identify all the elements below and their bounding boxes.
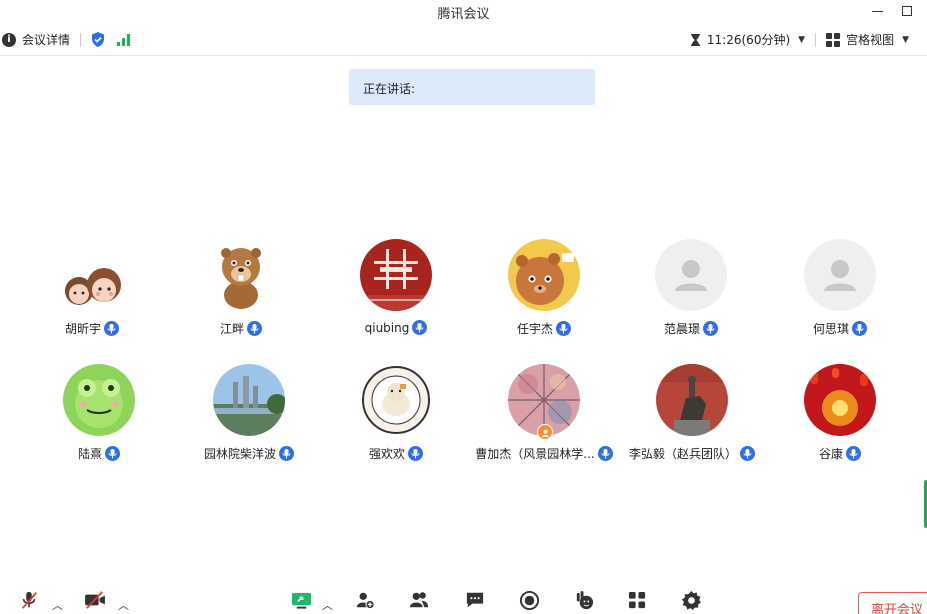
microphone-icon bbox=[408, 446, 423, 461]
microphone-icon bbox=[703, 321, 718, 336]
record-icon bbox=[519, 590, 539, 610]
participant-name: 范晨璟 bbox=[663, 322, 700, 336]
microphone-icon bbox=[279, 446, 294, 461]
chevron-down-icon[interactable]: ▼ bbox=[902, 35, 909, 45]
chevron-up-icon[interactable]: ︿ bbox=[52, 597, 63, 613]
share-screen-icon bbox=[291, 592, 311, 609]
avatar bbox=[63, 364, 135, 436]
minimize-button[interactable] bbox=[866, 2, 888, 20]
participants-icon bbox=[409, 592, 429, 608]
maximize-button[interactable] bbox=[896, 2, 918, 20]
gear-icon bbox=[681, 590, 701, 610]
window-title: 腾讯会议 bbox=[437, 7, 490, 22]
participant-name-row: 何思琪 bbox=[766, 320, 914, 337]
shield-icon[interactable] bbox=[91, 32, 105, 47]
avatar bbox=[360, 239, 432, 311]
leave-meeting-button[interactable]: 离开会议 bbox=[858, 592, 927, 614]
signal-icon[interactable] bbox=[117, 33, 131, 46]
chat-icon bbox=[466, 592, 484, 608]
participant-name-row: 曹加杰（风景园林学... bbox=[470, 445, 618, 462]
toolbar-divider bbox=[80, 32, 82, 47]
participant-name-row: 陆熹 bbox=[25, 445, 173, 462]
participant-name-row: 胡昕宇 bbox=[18, 320, 166, 337]
share-screen-button[interactable] bbox=[288, 587, 314, 613]
chat-button[interactable] bbox=[462, 587, 488, 613]
invite-button[interactable] bbox=[352, 587, 378, 613]
apps-grid-icon bbox=[628, 591, 645, 608]
participant-name: 谷康 bbox=[818, 447, 843, 461]
info-icon[interactable]: i bbox=[2, 32, 16, 47]
microphone-icon bbox=[740, 446, 755, 461]
microphone-icon bbox=[852, 321, 867, 336]
participant-name: 任宇杰 bbox=[516, 322, 553, 336]
participant-name: 强欢欢 bbox=[368, 447, 405, 461]
hourglass-icon bbox=[690, 33, 700, 46]
avatar bbox=[360, 364, 432, 436]
participant-name-row: 江畔 bbox=[167, 320, 315, 337]
participant-name-row: 园林院柴洋波 bbox=[175, 445, 323, 462]
add-user-icon bbox=[356, 592, 375, 610]
participant-name-row: 任宇杰 bbox=[470, 320, 618, 337]
participant-name-row: 李弘毅（赵兵团队） bbox=[618, 445, 766, 462]
minimize-icon bbox=[871, 10, 883, 12]
apps-button[interactable] bbox=[624, 587, 650, 613]
chevron-up-icon[interactable]: ︿ bbox=[322, 597, 333, 613]
chevron-up-icon[interactable]: ︿ bbox=[118, 597, 129, 613]
avatar bbox=[656, 364, 728, 436]
camera-off-icon bbox=[85, 591, 105, 609]
maximize-icon bbox=[902, 6, 912, 16]
video-button[interactable] bbox=[82, 587, 108, 613]
default-avatar-icon bbox=[655, 239, 727, 311]
microphone-muted-icon bbox=[21, 591, 37, 609]
avatar bbox=[508, 239, 580, 311]
participant-name: 陆熹 bbox=[77, 447, 102, 461]
grid-view-icon bbox=[826, 32, 841, 47]
participant-name: qiubing bbox=[364, 320, 410, 335]
avatar bbox=[205, 239, 277, 311]
participant-name-row: 谷康 bbox=[766, 445, 914, 462]
microphone-icon bbox=[846, 446, 861, 461]
microphone-icon bbox=[412, 320, 428, 335]
participant-name: 李弘毅（赵兵团队） bbox=[628, 447, 737, 461]
record-button[interactable] bbox=[516, 587, 542, 613]
bottom-control-bar: ︿ ︿ ︿ bbox=[0, 582, 927, 614]
participant-name-row: 范晨璟 bbox=[617, 320, 765, 337]
participant-name: 江畔 bbox=[219, 322, 244, 336]
host-badge-icon bbox=[537, 424, 553, 440]
title-bar: 腾讯会议 bbox=[0, 0, 927, 24]
participant-name: 胡昕宇 bbox=[64, 322, 101, 336]
meeting-timer[interactable]: 11:26(60分钟) bbox=[707, 31, 790, 48]
mute-button[interactable] bbox=[16, 587, 42, 613]
microphone-icon bbox=[105, 446, 120, 461]
participant-name: 何思琪 bbox=[812, 322, 849, 336]
default-avatar-icon bbox=[804, 239, 876, 311]
meeting-toolbar: i 会议详情 11:26(60分钟) ▼ 宫格视图 ▼ bbox=[0, 24, 927, 56]
hand-up-button[interactable] bbox=[570, 587, 596, 613]
toolbar-right: 11:26(60分钟) ▼ 宫格视图 ▼ bbox=[690, 31, 909, 48]
meeting-info-link[interactable]: 会议详情 bbox=[22, 31, 70, 48]
raise-hand-icon bbox=[576, 590, 593, 609]
microphone-icon bbox=[247, 321, 262, 336]
avatar bbox=[213, 364, 285, 436]
view-mode-button[interactable]: 宫格视图 bbox=[846, 31, 894, 48]
settings-button[interactable] bbox=[678, 587, 704, 613]
participant-name-row: qiubing bbox=[322, 320, 470, 335]
microphone-icon bbox=[556, 321, 571, 336]
chevron-down-icon[interactable]: ▼ bbox=[798, 35, 805, 45]
participant-name: 曹加杰（风景园林学... bbox=[475, 447, 595, 461]
avatar bbox=[56, 239, 128, 311]
microphone-icon bbox=[597, 446, 613, 461]
microphone-icon bbox=[104, 321, 119, 336]
toolbar-left: i 会议详情 bbox=[2, 31, 131, 48]
participants-button[interactable] bbox=[406, 587, 432, 613]
participant-name-row: 强欢欢 bbox=[322, 445, 470, 462]
avatar bbox=[804, 364, 876, 436]
speaking-indicator: 正在讲话: bbox=[349, 69, 595, 105]
participant-name: 园林院柴洋波 bbox=[203, 447, 276, 461]
toolbar-divider bbox=[815, 32, 817, 47]
